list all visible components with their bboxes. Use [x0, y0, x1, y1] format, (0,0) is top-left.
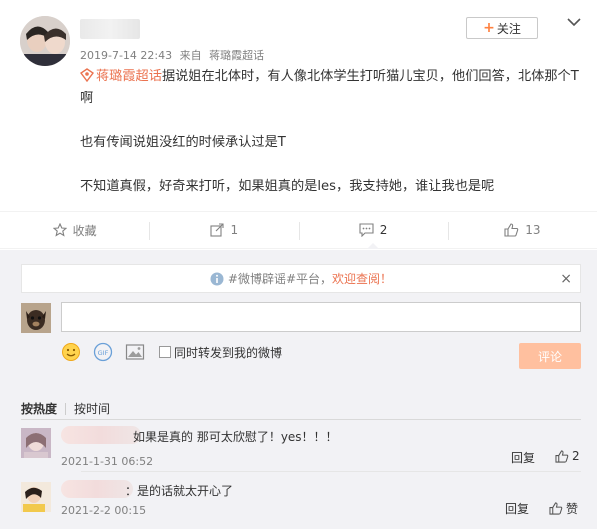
topic-diamond-icon [80, 68, 94, 82]
like-icon [549, 502, 563, 515]
checkbox-box[interactable] [159, 346, 171, 358]
comment-time: 2021-2-2 00:15 [61, 504, 147, 517]
commenter-name-blurred[interactable] [61, 480, 133, 498]
like-count: 13 [525, 223, 541, 237]
like-icon [504, 223, 519, 237]
author-avatar[interactable] [20, 16, 70, 66]
source-prefix: 来自 [179, 49, 202, 62]
reply-button[interactable]: 回复 [511, 449, 535, 466]
reply-button[interactable]: 回复 [505, 500, 529, 517]
comment-like-button[interactable]: 赞 [549, 500, 578, 517]
close-icon[interactable]: × [560, 271, 572, 287]
notice-link[interactable]: 欢迎查阅！ [332, 270, 392, 287]
topic-link[interactable]: 蒋璐霞超话 [96, 69, 162, 84]
post-source[interactable]: 蒋璐霞超话 [209, 49, 264, 62]
comment-text: ：是的话就太开心了 [125, 484, 234, 498]
favorite-button[interactable]: 收藏 [0, 212, 149, 248]
comment-count: 2 [379, 223, 388, 237]
author-name-blurred[interactable] [80, 19, 140, 39]
forward-count: 1 [230, 223, 239, 237]
commenter-avatar[interactable] [21, 482, 51, 512]
post-content: 蒋璐霞超话据说姐在北体时，有人像北体学生打听猫儿宝贝，他们回答，北体那个T啊 也… [80, 66, 580, 198]
post-action-bar: 收藏 1 2 13 [0, 211, 597, 249]
comment-like-button[interactable]: 2 [555, 449, 580, 463]
forward-checkbox-label: 同时转发到我的微博 [174, 345, 283, 360]
sort-by-time-tab[interactable]: 按时间 [74, 400, 110, 417]
plus-icon: + [483, 20, 495, 36]
sort-underline [21, 419, 581, 420]
post-paragraph-2: 也有传闻说姐没红的时候承认过是T [80, 135, 286, 150]
post-timestamp[interactable]: 2019-7-14 22:43 [80, 49, 172, 62]
composer-toolbar: GIF 同时转发到我的微博 [61, 342, 282, 362]
sort-by-hot-tab[interactable]: 按热度 [21, 400, 57, 417]
weibo-post: 2019-7-14 22:43 来自 蒋璐霞超话 + 关注 蒋璐霞超话据说姐在北… [0, 0, 597, 210]
forward-button[interactable]: 1 [149, 212, 298, 248]
author-avatar-image [20, 16, 70, 66]
like-icon [555, 449, 569, 463]
submit-comment-button[interactable]: 评论 [519, 343, 581, 369]
emoji-icon[interactable] [61, 342, 81, 362]
post-paragraph-3: 不知道真假，好奇来打听，如果姐真的是les，我支持她，谁让我也是呢 [80, 179, 495, 194]
my-avatar-image [21, 303, 51, 333]
image-icon[interactable] [125, 342, 145, 362]
comment-like-count: 2 [572, 449, 580, 463]
comment-input[interactable] [61, 302, 581, 332]
notice-text: #微博辟谣#平台， [227, 272, 333, 286]
gif-icon-label: GIF [98, 349, 109, 357]
follow-label: 关注 [496, 21, 521, 36]
comment-divider [81, 471, 581, 472]
active-tab-caret [367, 243, 380, 249]
commenter-avatar[interactable] [21, 428, 51, 458]
gif-icon[interactable]: GIF [93, 342, 113, 362]
rumor-notice-banner: #微博辟谣#平台， 欢迎查阅！ × [21, 264, 581, 293]
star-icon [52, 223, 67, 237]
comment-text: 如果是真的 那可太欣慰了！yes！！！ [133, 430, 338, 444]
follow-button[interactable]: + 关注 [466, 17, 538, 39]
favorite-label: 收藏 [72, 223, 97, 238]
commenter-name-blurred[interactable] [61, 426, 141, 444]
my-avatar[interactable] [21, 303, 51, 333]
chevron-down-icon[interactable] [566, 16, 582, 28]
forward-checkbox[interactable]: 同时转发到我的微博 [159, 344, 282, 361]
comment-button[interactable]: 2 [298, 212, 448, 249]
comment-panel: #微博辟谣#平台， 欢迎查阅！ × GIF 同时转发到我的微博 评论 按热度 按… [0, 250, 597, 529]
comment-like-count: 赞 [566, 502, 579, 516]
commenter-avatar-image [21, 428, 51, 458]
post-meta: 2019-7-14 22:43 来自 蒋璐霞超话 [80, 47, 268, 63]
like-button[interactable]: 13 [447, 212, 597, 248]
commenter-avatar-image [21, 482, 51, 512]
comment-icon [359, 223, 374, 237]
info-icon [210, 272, 224, 285]
comment-time: 2021-1-31 06:52 [61, 455, 154, 468]
post-paragraph-1: 蒋璐霞超话据说姐在北体时，有人像北体学生打听猫儿宝贝，他们回答，北体那个T啊 [80, 66, 580, 110]
sort-divider [65, 402, 67, 415]
comment-sort-tabs: 按热度 按时间 [21, 400, 118, 417]
forward-icon [209, 223, 224, 237]
